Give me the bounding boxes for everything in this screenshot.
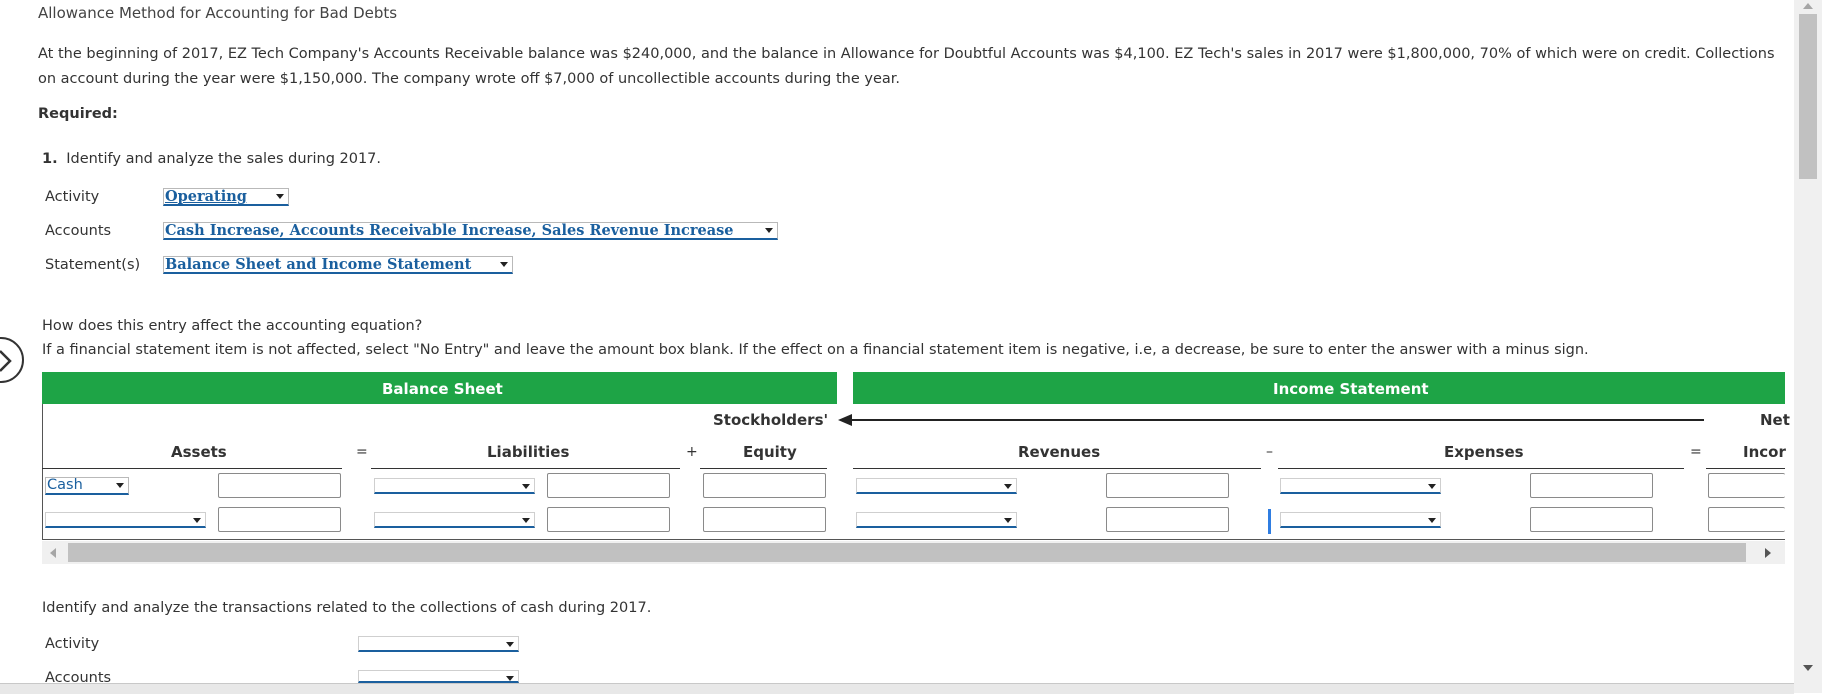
liability-amount-input-2[interactable]: [547, 507, 670, 532]
scroll-left-icon[interactable]: [50, 548, 56, 558]
revenue-account-select-2[interactable]: [856, 512, 1017, 528]
page-vertical-scrollbar[interactable]: [1794, 0, 1822, 693]
assets-divider: [42, 468, 342, 469]
revenue-amount-input-1[interactable]: [1106, 473, 1229, 498]
scroll-up-icon[interactable]: [1803, 3, 1813, 9]
chevron-down-icon: [1004, 518, 1012, 523]
net-income-input-2[interactable]: [1708, 507, 1785, 532]
liabilities-header: Liabilities: [487, 443, 570, 461]
stockholders-label: Stockholders': [713, 411, 829, 429]
asset-amount-input-1[interactable]: [218, 473, 341, 498]
question-2-activity-label: Activity: [45, 636, 100, 652]
equation-question: How does this entry affect the accountin…: [42, 318, 423, 334]
question-1-text: Identify and analyze the sales during 20…: [66, 151, 382, 167]
revenues-divider: [853, 468, 1261, 469]
chevron-down-icon: [506, 642, 514, 647]
question-1-number: 1.: [42, 151, 58, 167]
chevron-down-icon: [765, 228, 773, 233]
expenses-divider: [1278, 468, 1684, 469]
chevron-down-icon: [522, 484, 530, 489]
equation-instruction: If a financial statement item is not aff…: [42, 342, 1589, 358]
vertical-scroll-thumb[interactable]: [1799, 14, 1817, 179]
chevron-down-icon: [522, 518, 530, 523]
chevron-right-icon: [0, 350, 12, 372]
equals-sign-2: =: [1690, 444, 1702, 460]
revenue-amount-input-2[interactable]: [1106, 507, 1229, 532]
asset-account-select-1[interactable]: Cash: [45, 477, 129, 495]
chevron-down-icon: [276, 194, 284, 199]
question-1: 1. Identify and analyze the sales during…: [42, 151, 381, 167]
equals-sign: =: [356, 444, 368, 460]
horizontal-scroll-thumb[interactable]: [68, 543, 1746, 562]
income-divider: [1706, 468, 1785, 469]
income-statement-title: Income Statement: [1273, 380, 1429, 398]
revenue-account-select-1[interactable]: [856, 478, 1017, 494]
expenses-header: Expenses: [1444, 443, 1524, 461]
viewport-bottom-edge: [0, 683, 1794, 694]
chevron-down-icon: [506, 676, 514, 681]
question-2-text: Identify and analyze the transactions re…: [42, 600, 652, 616]
question-2-accounts-select[interactable]: [358, 670, 519, 683]
chevron-down-icon: [500, 262, 508, 267]
chevron-down-icon: [1428, 484, 1436, 489]
activity-select[interactable]: Operating: [163, 188, 289, 206]
scroll-right-icon[interactable]: [1765, 548, 1771, 558]
liability-account-select-2[interactable]: [374, 512, 535, 528]
expense-account-select-2[interactable]: [1280, 512, 1441, 528]
expense-account-select-1[interactable]: [1280, 478, 1441, 494]
revenues-header: Revenues: [1018, 443, 1101, 461]
expense-amount-input-2[interactable]: [1530, 507, 1653, 532]
side-panel-toggle[interactable]: [0, 337, 24, 383]
liabilities-divider: [371, 468, 680, 469]
statements-select[interactable]: Balance Sheet and Income Statement: [163, 256, 513, 274]
question-2-accounts-label: Accounts: [45, 670, 112, 683]
net-label: Net: [1760, 411, 1790, 429]
plus-sign: +: [686, 444, 698, 460]
chevron-down-icon: [193, 518, 201, 523]
accounts-select[interactable]: Cash Increase, Accounts Receivable Incre…: [163, 222, 778, 240]
chevron-down-icon: [116, 483, 124, 488]
expense-amount-input-1[interactable]: [1530, 473, 1653, 498]
focus-indicator: [1268, 509, 1271, 534]
equity-amount-input-2[interactable]: [703, 507, 826, 532]
income-header: Incor: [1743, 443, 1786, 461]
problem-text: At the beginning of 2017, EZ Tech Compan…: [38, 46, 1775, 87]
scroll-down-icon[interactable]: [1803, 665, 1813, 671]
chevron-down-icon: [1004, 484, 1012, 489]
asset-account-select-2[interactable]: [45, 512, 206, 528]
balance-sheet-title: Balance Sheet: [382, 380, 503, 398]
minus-sign: –: [1266, 444, 1273, 460]
liability-amount-input-1[interactable]: [547, 473, 670, 498]
assets-header: Assets: [171, 443, 227, 461]
liability-account-select-1[interactable]: [374, 478, 535, 494]
equity-header: Equity: [743, 443, 797, 461]
required-label: Required:: [38, 106, 118, 122]
equity-amount-input-1[interactable]: [703, 473, 826, 498]
statements-label: Statement(s): [45, 257, 141, 273]
question-2-activity-select[interactable]: [358, 636, 519, 652]
asset-amount-input-2[interactable]: [218, 507, 341, 532]
chevron-down-icon: [1428, 518, 1436, 523]
page-title: Allowance Method for Accounting for Bad …: [38, 4, 398, 22]
activity-label: Activity: [45, 189, 100, 205]
net-income-input-1[interactable]: [1708, 473, 1785, 498]
arrow-left-icon: [838, 414, 1704, 426]
table-horizontal-scrollbar[interactable]: [42, 541, 1785, 564]
equity-divider: [700, 468, 827, 469]
accounts-label: Accounts: [45, 223, 112, 239]
